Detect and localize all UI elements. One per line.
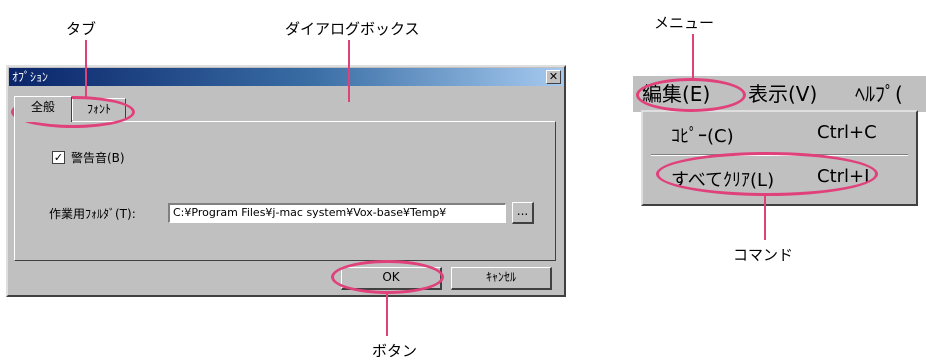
command-highlight-oval [656,152,878,196]
command-callout: コマンド [733,246,794,264]
menu-highlight-oval [636,78,746,112]
menu-item-copy[interactable]: ｺﾋﾟｰ(C) [671,122,734,148]
copy-shortcut: Ctrl+C [817,122,877,143]
warning-sound-label: 警告音(B) [71,151,125,165]
button-leader-line [386,294,388,336]
dialog-title: ｵﾌﾟｼｮﾝ [12,70,49,84]
dialog-callout: ダイアログボックス [285,20,420,38]
dialog-leader-line [348,40,350,102]
tab-general-label: 全般 [30,100,55,114]
menu-view[interactable]: 表示(V) [748,82,817,106]
dialog-title-bar: ｵﾌﾟｼｮﾝ ✕ [9,68,563,86]
menu-leader-line [692,34,694,79]
command-leader-line [764,196,766,240]
work-folder-label: 作業用ﾌｫﾙﾀﾞ(T): [49,207,136,221]
tab-general[interactable]: 全般 [14,96,72,122]
copy-label: ｺﾋﾟｰ(C) [671,126,734,147]
close-button[interactable]: ✕ [546,70,561,84]
tab-callout: タブ [66,20,97,38]
tab-leader-line [85,40,87,97]
menu-help[interactable]: ﾍﾙﾌﾟ( [855,82,903,106]
warning-sound-checkbox[interactable]: ✓ [52,151,65,164]
menu-callout: メニュー [654,14,715,32]
general-panel [14,121,556,261]
work-folder-input[interactable]: C:¥Program Files¥j-mac system¥Vox-base¥T… [168,203,506,223]
button-callout: ボタン [372,342,418,360]
browse-button[interactable]: ... [512,202,534,224]
ok-highlight-oval [331,260,444,294]
cancel-button[interactable]: ｷｬﾝｾﾙ [451,267,552,290]
